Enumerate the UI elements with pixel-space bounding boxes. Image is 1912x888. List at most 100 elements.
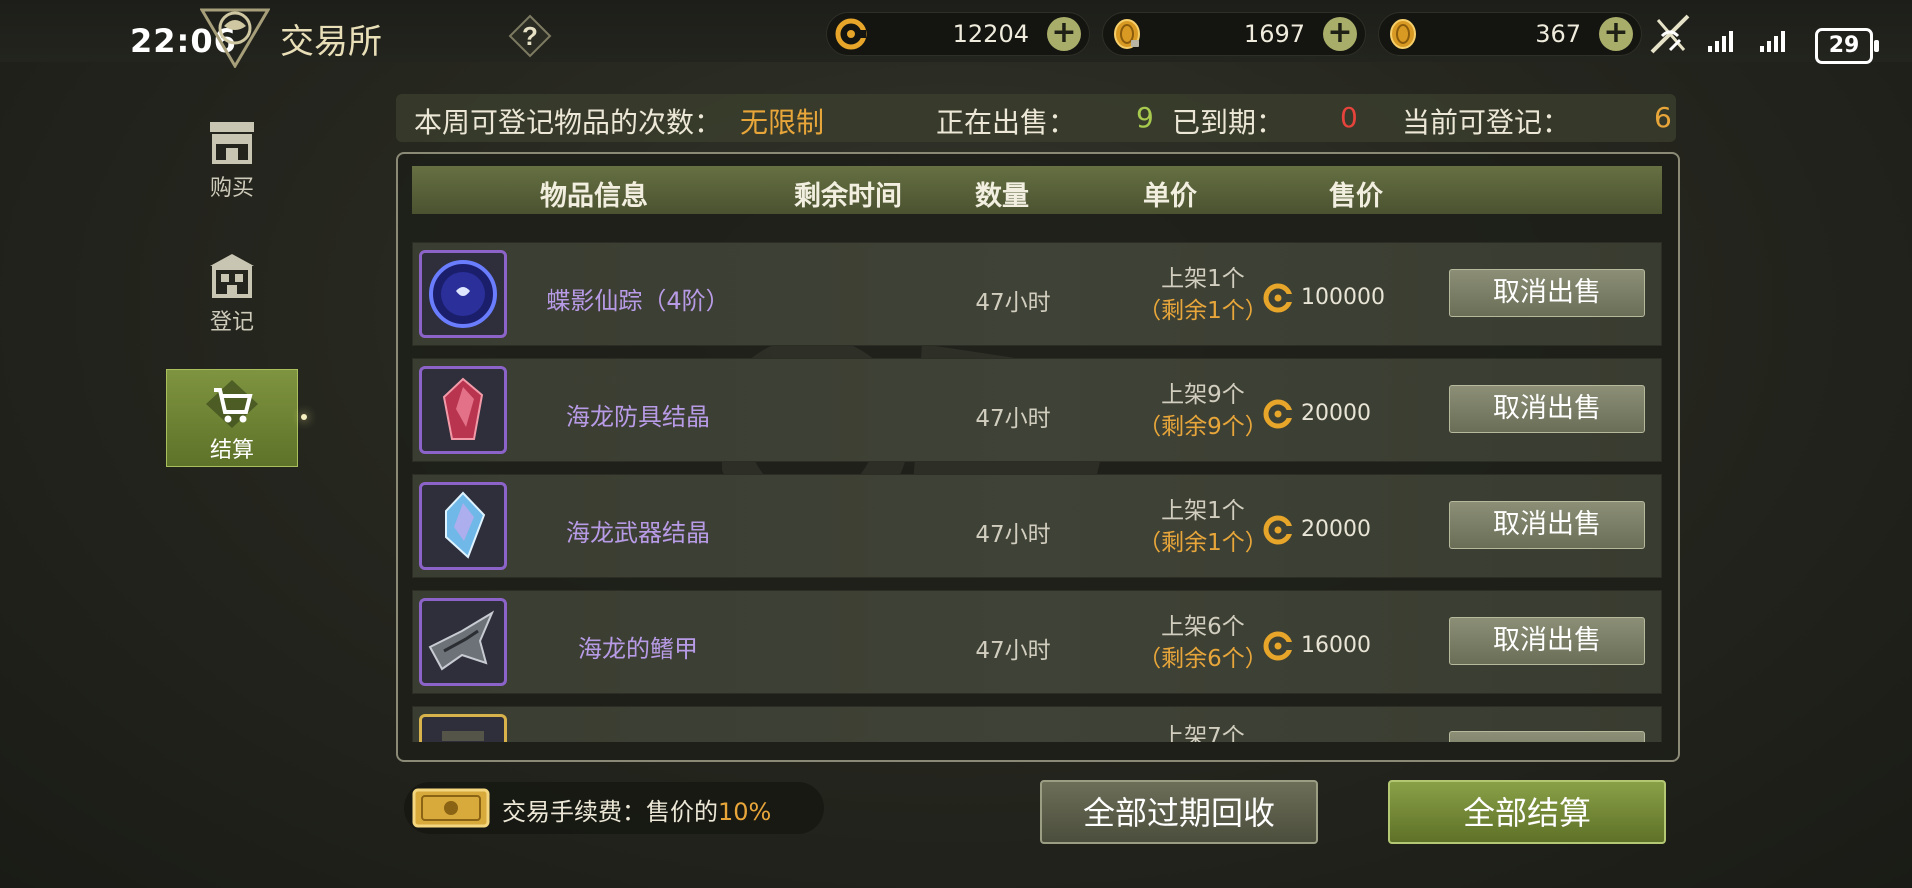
available-label: 当前可登记： (1402, 106, 1571, 139)
c-coin-icon (1263, 515, 1293, 545)
item-quantity: 上架7个 (1113, 721, 1293, 742)
selling-label: 正在出售： (936, 106, 1077, 139)
item-remaining-time: 47小时 (975, 522, 1051, 548)
help-button[interactable]: ? (508, 14, 552, 58)
dragon-fin-icon (428, 610, 495, 671)
listing-rows[interactable]: 蝶影仙踪（4阶） 47小时 上架1个 （剩余1个） 100000 取消出售 海龙… (412, 242, 1662, 742)
add-bound-gold-button[interactable]: + (1323, 17, 1357, 51)
listing-panel: 物品信息 剩余时间 数量 单价 售价 蝶影仙踪（4阶） 47小时 上架1个 （剩… (396, 152, 1680, 762)
c-coin-icon (835, 18, 867, 50)
weekly-limit-value: 无限制 (740, 106, 825, 139)
listed-count: 上架1个 (1161, 266, 1245, 292)
unit-price: 20000 (1263, 399, 1413, 429)
item-remaining-time: 47小时 (975, 638, 1051, 664)
add-gold-button[interactable]: + (1599, 17, 1633, 51)
cancel-sale-button[interactable]: 取消出售 (1449, 385, 1645, 433)
column-header: 单价 (1143, 181, 1197, 212)
column-header: 剩余时间 (794, 181, 902, 212)
fee-percent: 10% (718, 798, 772, 826)
item-slot[interactable] (419, 482, 507, 570)
question-icon: ? (508, 14, 552, 58)
reclaim-all-expired-button[interactable]: 全部过期回收 (1040, 780, 1318, 844)
listed-count: 上架9个 (1161, 382, 1245, 408)
ticket-icon (412, 788, 490, 828)
bound-gold-amount: 1697 (1243, 20, 1305, 48)
column-header: 数量 (975, 181, 1029, 212)
item-name: 蝶影仙踪（4阶） (546, 287, 730, 315)
table-row: 海龙的鳍甲 47小时 上架6个 （剩余6个） 16000 取消出售 (412, 590, 1662, 694)
c-coin-icon (1263, 631, 1293, 661)
red-crystal-icon (442, 377, 484, 440)
add-c-coin-button[interactable]: + (1047, 17, 1081, 51)
unit-price-value: 20000 (1301, 517, 1371, 542)
available-count: 6 (1654, 101, 1672, 134)
listed-count: 上架6个 (1161, 614, 1245, 640)
signal-1-icon (1708, 31, 1733, 52)
cancel-sale-button[interactable]: 取消出售 (1449, 617, 1645, 665)
table-row: 海龙武器结晶 47小时 上架1个 （剩余1个） 20000 取消出售 (412, 474, 1662, 578)
exchange-emblem-icon (199, 4, 271, 69)
page-title: 交易所 (280, 22, 382, 62)
cancel-sale-button[interactable]: 取消出售 (1449, 501, 1645, 549)
svg-text:?: ? (522, 21, 538, 51)
item-name: 海龙武器结晶 (566, 519, 710, 547)
sidebar-item-buy[interactable]: 购买 (166, 118, 298, 208)
unit-price-value: 20000 (1301, 401, 1371, 426)
building-icon (210, 254, 254, 298)
currency-bound-gold: 1697 + (1102, 12, 1366, 56)
column-header: 物品信息 (540, 181, 648, 212)
item-name: 海龙防具结晶 (566, 403, 710, 431)
sidebar-item-label: 购买 (209, 176, 254, 201)
fee-text: 交易手续费：售价的10% (502, 792, 771, 827)
item-remaining-time: 47小时 (975, 406, 1051, 432)
table-row: 蝶影仙踪（4阶） 47小时 上架1个 （剩余1个） 100000 取消出售 (412, 242, 1662, 346)
c-coin-icon (1263, 283, 1293, 313)
battery-indicator: 29 (1815, 28, 1879, 64)
unit-price-value: 16000 (1301, 633, 1371, 658)
item-slot[interactable] (419, 598, 507, 686)
sidebar-item-label: 结算 (209, 438, 254, 463)
listed-count: 上架1个 (1161, 498, 1245, 524)
unit-price: 16000 (1263, 631, 1413, 661)
cancel-sale-button[interactable] (1449, 731, 1645, 742)
sidebar-item-settle[interactable]: 结算 (166, 369, 307, 467)
sidebar-item-register[interactable]: 登记 (166, 252, 298, 342)
item-slot[interactable] (419, 250, 507, 338)
bound-gold-coin-icon (1114, 19, 1140, 49)
unit-price: 20000 (1263, 515, 1413, 545)
gold-amount: 367 (1535, 20, 1581, 48)
blue-crystal-icon (445, 491, 486, 559)
signal-2-icon (1760, 31, 1785, 52)
item-slot[interactable] (419, 366, 507, 454)
fee-info: 交易手续费：售价的10% (404, 782, 824, 834)
gold-coin-icon (1390, 19, 1416, 49)
unit-price: 100000 (1263, 283, 1413, 313)
cart-icon (206, 380, 258, 428)
currency-gold: 367 + (1378, 12, 1642, 56)
item-name: 海龙的鳍甲 (578, 635, 698, 663)
butterfly-orb-icon (429, 260, 497, 328)
shop-icon (210, 122, 254, 164)
settle-all-button[interactable]: 全部结算 (1388, 780, 1666, 844)
currency-c-coin: 12204 + (826, 12, 1090, 56)
item-remaining-time: 47小时 (975, 290, 1051, 316)
table-header: 物品信息 剩余时间 数量 单价 售价 (412, 166, 1662, 214)
c-coin-icon (1263, 399, 1293, 429)
listed-count: 上架7个 (1161, 724, 1245, 742)
expired-count: 0 (1340, 101, 1358, 134)
selling-count: 9 (1136, 101, 1154, 134)
cancel-sale-button[interactable]: 取消出售 (1449, 269, 1645, 317)
expired-label: 已到期： (1172, 106, 1285, 139)
item-slot[interactable] (419, 714, 507, 742)
weekly-limit-label: 本周可登记物品的次数： (414, 106, 723, 139)
c-coin-amount: 12204 (952, 20, 1029, 48)
unit-price-value: 100000 (1301, 285, 1385, 310)
column-header: 售价 (1329, 181, 1383, 212)
gold-item-icon (442, 731, 484, 741)
table-row: 上架7个 (412, 706, 1662, 742)
fee-label: 交易手续费：售价的 (502, 798, 718, 826)
sidebar-item-label: 登记 (209, 310, 254, 335)
listing-summary-bar: 本周可登记物品的次数： 无限制 正在出售： 9 已到期： 0 当前可登记： 6 (396, 94, 1676, 142)
table-row: 海龙防具结晶 47小时 上架9个 （剩余9个） 20000 取消出售 (412, 358, 1662, 462)
crossed-swords-icon (1650, 14, 1690, 54)
